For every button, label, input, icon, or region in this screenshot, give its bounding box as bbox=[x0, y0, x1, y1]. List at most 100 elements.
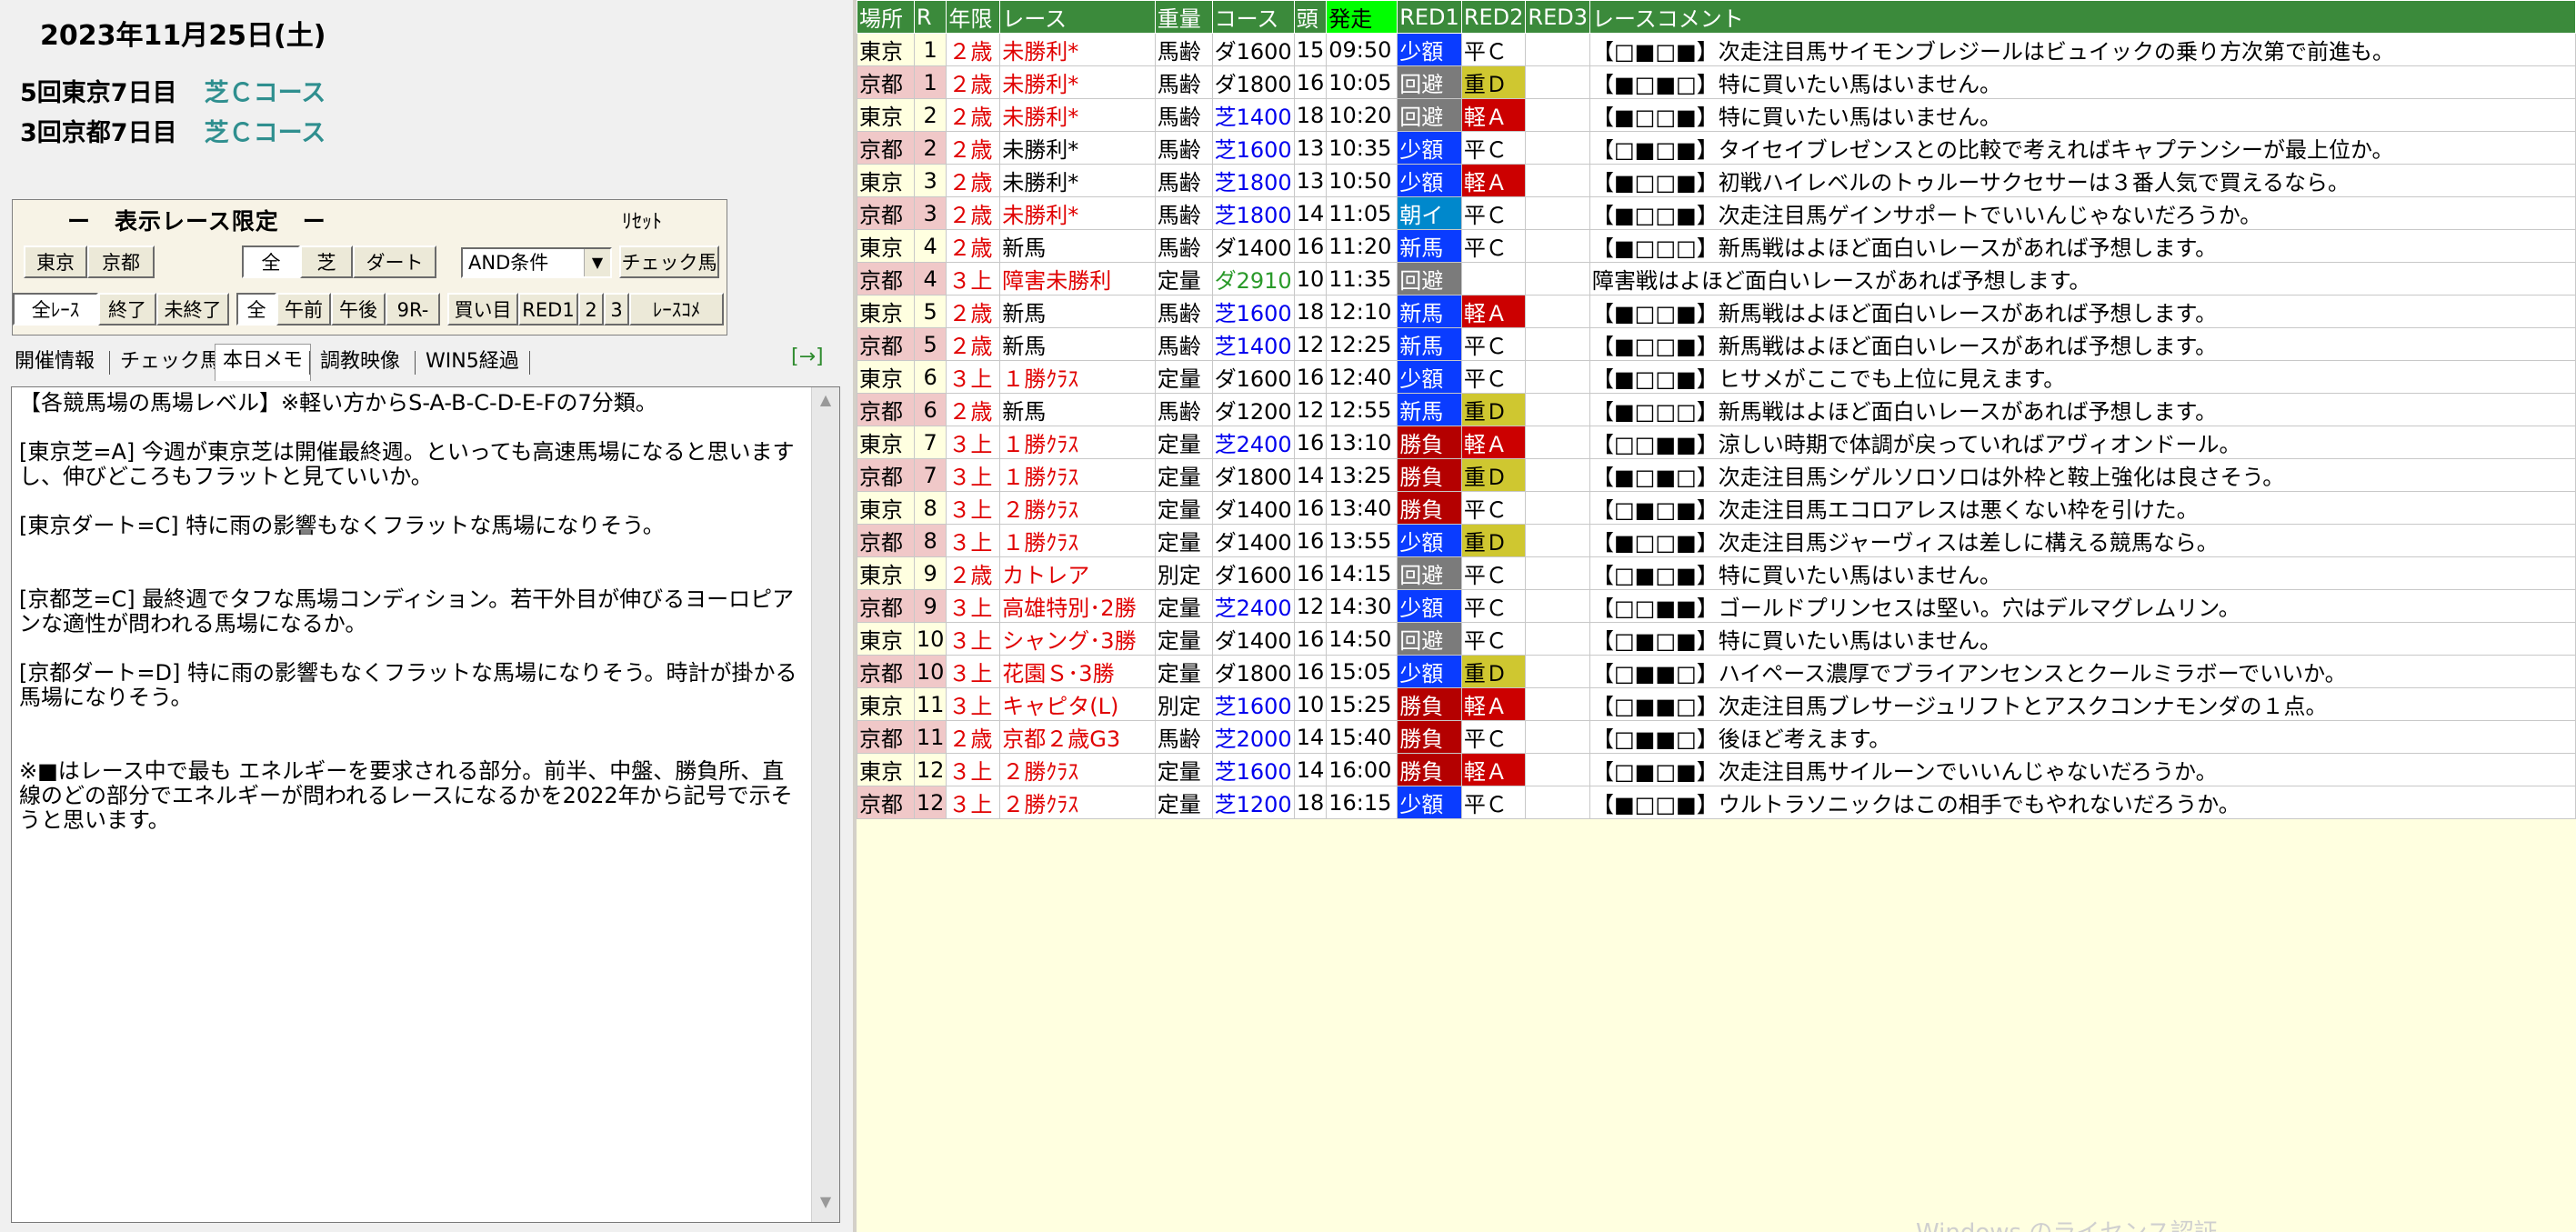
course-cell[interactable]: ダ1400 bbox=[1211, 491, 1295, 525]
memo-scrollbar[interactable]: ▲ ▼ bbox=[811, 387, 839, 1222]
red2-cell[interactable]: 重Ｄ bbox=[1460, 524, 1527, 557]
red2-cell[interactable]: 重Ｄ bbox=[1460, 655, 1527, 688]
red1-cell[interactable]: 勝負 bbox=[1397, 426, 1462, 459]
red3-cell[interactable] bbox=[1525, 524, 1590, 557]
age-cell[interactable]: ２歳 bbox=[946, 131, 1001, 165]
venue-cell[interactable]: 京都 bbox=[857, 589, 915, 623]
table-row[interactable]: 京都 12 ３上 ２勝ｸﾗｽ 定量 芝1200 18 16:15 少額 平Ｃ 【■□□■】ウルトラソ… bbox=[857, 786, 2576, 819]
table-row[interactable]: 京都 10 ３上 花園Ｓ･3勝 定量 ダ1800 16 15:05 少額 重Ｄ 【□■■□】ハイペー… bbox=[857, 655, 2576, 688]
race-number-cell[interactable]: 3 bbox=[913, 196, 947, 230]
red3-cell[interactable] bbox=[1525, 33, 1590, 66]
table-row[interactable]: 東京 8 ３上 ２勝ｸﾗｽ 定量 ダ1400 16 13:40 勝負 平Ｃ 【□■□■】次走注目馬エ… bbox=[857, 491, 2576, 525]
weight-cell[interactable]: 定量 bbox=[1154, 753, 1213, 786]
race-number-cell[interactable]: 11 bbox=[913, 687, 947, 721]
race-number-cell[interactable]: 1 bbox=[913, 65, 947, 99]
red1-cell[interactable]: 少額 bbox=[1397, 655, 1462, 688]
memo-textarea[interactable]: 【各競馬場の馬場レベル】※軽い方からS-A-B-C-D-E-Fの7分類。 [東京… bbox=[11, 386, 840, 1223]
race-comment-cell[interactable]: 【□■■□】後ほど考えます。 bbox=[1589, 720, 2576, 754]
course-cell[interactable]: ダ1400 bbox=[1211, 229, 1295, 263]
weight-cell[interactable]: 馬齢 bbox=[1154, 98, 1213, 132]
course-cell[interactable]: ダ1800 bbox=[1211, 65, 1295, 99]
race-comment-cell[interactable]: 【□■□■】特に買いたい馬はいません。 bbox=[1589, 556, 2576, 590]
race-comment-cell[interactable]: 【□■■□】次走注目馬ブレサージュリフトとアスクコンナモンダの１点。 bbox=[1589, 687, 2576, 721]
venue-cell[interactable]: 東京 bbox=[857, 295, 915, 328]
course-cell[interactable]: 芝1800 bbox=[1211, 164, 1295, 197]
red3-cell[interactable] bbox=[1525, 262, 1590, 295]
red3-cell[interactable] bbox=[1525, 131, 1590, 165]
status-finished-button[interactable]: 終了 bbox=[98, 293, 156, 326]
weight-cell[interactable]: 馬齢 bbox=[1154, 327, 1213, 361]
red3-cell[interactable] bbox=[1525, 786, 1590, 819]
red1-cell[interactable]: 回避 bbox=[1397, 622, 1462, 656]
surface-turf-button[interactable]: 芝 bbox=[300, 245, 353, 278]
heads-cell[interactable]: 10 bbox=[1293, 687, 1328, 721]
venue-cell[interactable]: 東京 bbox=[857, 753, 915, 786]
weight-cell[interactable]: 定量 bbox=[1154, 786, 1213, 819]
red2-cell[interactable]: 軽Ａ bbox=[1460, 753, 1527, 786]
race-number-cell[interactable]: 4 bbox=[913, 262, 947, 295]
course-cell[interactable]: 芝1800 bbox=[1211, 196, 1295, 230]
venue-cell[interactable]: 京都 bbox=[857, 262, 915, 295]
post-time-cell[interactable]: 14:30 bbox=[1326, 589, 1398, 623]
age-cell[interactable]: ２歳 bbox=[946, 720, 1001, 754]
red2-cell[interactable]: 軽Ａ bbox=[1460, 164, 1527, 197]
heads-cell[interactable]: 16 bbox=[1293, 524, 1328, 557]
venue-cell[interactable]: 東京 bbox=[857, 622, 915, 656]
heads-cell[interactable]: 18 bbox=[1293, 786, 1328, 819]
heads-cell[interactable]: 16 bbox=[1293, 491, 1328, 525]
race-comment-cell[interactable]: 【□■□■】タイセイブレゼンスとの比較で考えればキャプテンシーが最上位か。 bbox=[1589, 131, 2576, 165]
weight-cell[interactable]: 定量 bbox=[1154, 426, 1213, 459]
red3-cell[interactable] bbox=[1525, 556, 1590, 590]
weight-cell[interactable]: 定量 bbox=[1154, 589, 1213, 623]
race-comment-cell[interactable]: 【□□■■】涼しい時期で体調が戻っていればアヴィオンドール。 bbox=[1589, 426, 2576, 459]
age-cell[interactable]: ３上 bbox=[946, 360, 1001, 394]
course-cell[interactable]: ダ1800 bbox=[1211, 655, 1295, 688]
heads-cell[interactable]: 16 bbox=[1293, 360, 1328, 394]
race-number-cell[interactable]: 10 bbox=[913, 655, 947, 688]
course-cell[interactable]: 芝2400 bbox=[1211, 426, 1295, 459]
table-row[interactable]: 東京 5 ２歳 新馬 馬齢 芝1600 18 12:10 新馬 軽Ａ 【■□□■】新馬戦はよほど面白… bbox=[857, 295, 2576, 328]
tab-training-video[interactable]: 調教映像 bbox=[313, 346, 407, 378]
race-name-cell[interactable]: 新馬 bbox=[999, 295, 1156, 328]
red1-cell[interactable]: 勝負 bbox=[1397, 458, 1462, 492]
race-number-cell[interactable]: 5 bbox=[913, 295, 947, 328]
race-comment-cell[interactable]: 障害戦はよほど面白いレースがあれば予想します。 bbox=[1589, 262, 2576, 295]
red3-cell[interactable] bbox=[1525, 622, 1590, 656]
course-cell[interactable]: 芝1600 bbox=[1211, 687, 1295, 721]
age-cell[interactable]: ３上 bbox=[946, 589, 1001, 623]
venue-cell[interactable]: 京都 bbox=[857, 65, 915, 99]
red2-cell[interactable]: 軽Ａ bbox=[1460, 426, 1527, 459]
race-number-cell[interactable]: 7 bbox=[913, 458, 947, 492]
age-cell[interactable]: ３上 bbox=[946, 655, 1001, 688]
weight-cell[interactable]: 定量 bbox=[1154, 524, 1213, 557]
post-time-cell[interactable]: 13:55 bbox=[1326, 524, 1398, 557]
heads-cell[interactable]: 16 bbox=[1293, 622, 1328, 656]
time-morning-button[interactable]: 午前 bbox=[276, 293, 331, 326]
post-time-cell[interactable]: 16:15 bbox=[1326, 786, 1398, 819]
red1-cell[interactable]: 少額 bbox=[1397, 589, 1462, 623]
race-comment-cell[interactable]: 【■□□■】新馬戦はよほど面白いレースがあれば予想します。 bbox=[1589, 295, 2576, 328]
red3-cell[interactable] bbox=[1525, 327, 1590, 361]
red2-cell[interactable]: 平Ｃ bbox=[1460, 556, 1527, 590]
red1-cell[interactable]: 少額 bbox=[1397, 360, 1462, 394]
race-name-cell[interactable]: ２勝ｸﾗｽ bbox=[999, 786, 1156, 819]
heads-cell[interactable]: 15 bbox=[1293, 33, 1328, 66]
age-cell[interactable]: ３上 bbox=[946, 524, 1001, 557]
post-time-cell[interactable]: 12:10 bbox=[1326, 295, 1398, 328]
venue-tokyo-button[interactable]: 東京 bbox=[24, 245, 87, 278]
table-row[interactable]: 京都 11 ２歳 京都２歳G3 馬齢 芝2000 14 15:40 勝負 平Ｃ 【□■■□】後ほど考… bbox=[857, 720, 2576, 754]
venue-cell[interactable]: 東京 bbox=[857, 426, 915, 459]
header-red3[interactable]: RED3 bbox=[1525, 0, 1590, 34]
tab-win5[interactable]: WIN5経過 bbox=[418, 346, 526, 378]
weight-cell[interactable]: 馬齢 bbox=[1154, 295, 1213, 328]
heads-cell[interactable]: 14 bbox=[1293, 720, 1328, 754]
red2-cell[interactable]: 平Ｃ bbox=[1460, 196, 1527, 230]
race-number-cell[interactable]: 1 bbox=[913, 33, 947, 66]
heads-cell[interactable]: 18 bbox=[1293, 98, 1328, 132]
heads-cell[interactable]: 12 bbox=[1293, 393, 1328, 426]
venue-cell[interactable]: 東京 bbox=[857, 98, 915, 132]
race-name-cell[interactable]: 未勝利* bbox=[999, 196, 1156, 230]
race-name-cell[interactable]: 未勝利* bbox=[999, 98, 1156, 132]
race-name-cell[interactable]: カトレア bbox=[999, 556, 1156, 590]
table-row[interactable]: 京都 1 ２歳 未勝利* 馬齢 ダ1800 16 10:05 回避 重Ｄ 【■□■□】特に買いたい馬… bbox=[857, 65, 2576, 99]
